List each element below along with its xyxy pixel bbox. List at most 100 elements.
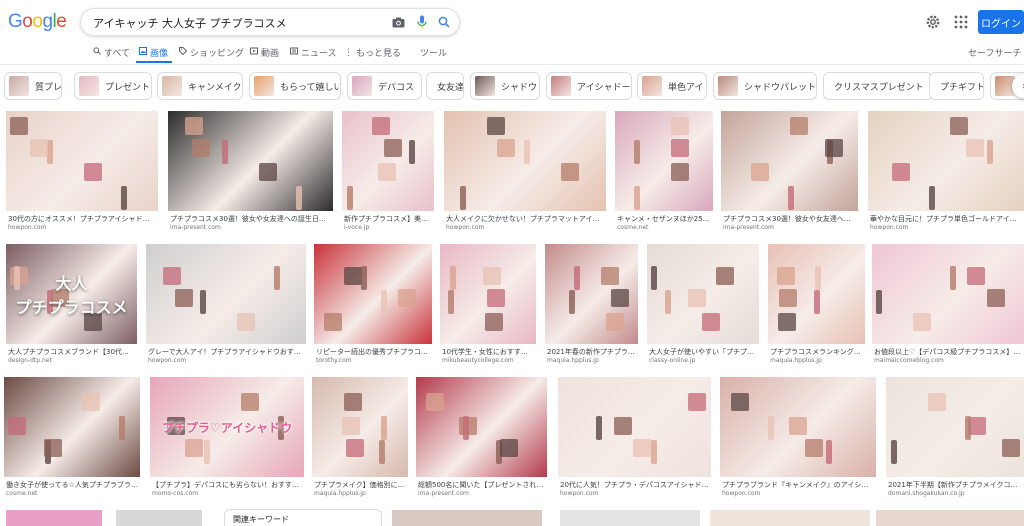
image-result[interactable]: 総額500名に聞いた【プレゼントされた... ima-present.com	[416, 377, 547, 499]
result-thumbnail[interactable]	[872, 244, 1024, 344]
result-thumbnail[interactable]	[768, 244, 865, 344]
image-result[interactable]: 大人 プチプラコスメ 大人プチプラコスメブランド【30代・40... design-…	[6, 244, 137, 366]
filter-chip[interactable]: プチギフト	[929, 72, 984, 100]
result-title[interactable]: グレーで大人アイ！プチプラアイシャドウおすす...	[148, 347, 304, 357]
image-result[interactable]: 20代に人気！プチプラ・デパコスアイシャドウ... howpon.com	[558, 377, 711, 499]
result-thumbnail[interactable]	[558, 377, 711, 477]
result-thumbnail[interactable]	[314, 244, 432, 344]
filter-chip[interactable]: 女友達	[426, 72, 464, 100]
result-title[interactable]: お値段以上♡【デパコス級プチプラコスメ】8...	[874, 347, 1022, 357]
result-thumbnail[interactable]	[116, 510, 202, 526]
result-title[interactable]: 働き女子が使ってる☆人気プチプラブラン...	[6, 480, 138, 490]
result-thumbnail[interactable]: プチプラ♡アイシャドウ	[150, 377, 304, 477]
result-thumbnail[interactable]	[720, 377, 876, 477]
result-thumbnail[interactable]	[647, 244, 759, 344]
filter-chip[interactable]: デパコス	[347, 72, 422, 100]
image-result[interactable]: 2021年春の新作プチプラコ... maquia.hpplus.jp	[545, 244, 638, 366]
image-result[interactable]: プチプラ♡アイシャドウ 【プチプラ】デパコスにも劣らない！おすすめの... momo…	[150, 377, 304, 499]
image-result[interactable]: 新作プチプラコスメ】美容... i-voce.jp	[342, 111, 434, 233]
result-thumbnail[interactable]	[560, 510, 700, 526]
result-thumbnail[interactable]	[146, 244, 306, 344]
result-title[interactable]: 大人プチプラコスメブランド【30代・40...	[8, 347, 135, 357]
result-title[interactable]: 30代の方にオススメ！プチプラアイシャドウお...	[8, 214, 156, 224]
filter-chip[interactable]: クリスマスプレゼント	[823, 72, 933, 100]
result-thumbnail[interactable]	[6, 111, 158, 211]
result-title[interactable]: 大人メイクに欠かせない！プチプラマットアイシ...	[446, 214, 604, 224]
image-result[interactable]: キャンメ・セザンヌほか25... cosme.net	[615, 111, 713, 233]
result-title[interactable]: プチプラコスメ30選！彼女や女友達への...	[723, 214, 856, 224]
image-result[interactable]: プチプラコスメ30選！彼女や女友達への... ima-present.com	[721, 111, 858, 233]
result-title[interactable]: 10代学生・女性におすすめ"...	[442, 347, 534, 357]
result-title[interactable]: キャンメ・セザンヌほか25...	[617, 214, 711, 224]
apps-grid-icon[interactable]	[954, 14, 968, 29]
image-result[interactable]: プチプラコスメ30選！彼女や女友達への誕生日プ... ima-present.co…	[168, 111, 333, 233]
filter-chip[interactable]: 単色アイ	[637, 72, 707, 100]
tab-news[interactable]: ニュース	[290, 46, 337, 59]
login-button[interactable]: ログイン	[978, 10, 1024, 34]
filter-chip[interactable]: もらって嬉しい	[249, 72, 341, 100]
result-title[interactable]: 総額500名に聞いた【プレゼントされた...	[418, 480, 545, 490]
image-result[interactable]: お値段以上♡【デパコス級プチプラコスメ】8... maimaiccomeblog.…	[872, 244, 1024, 366]
related-keywords-panel[interactable]: 関連キーワード	[224, 509, 382, 526]
result-title[interactable]: 新作プチプラコスメ】美容...	[344, 214, 432, 224]
tab-shopping[interactable]: ショッピング	[179, 46, 244, 59]
image-result[interactable]: 10代学生・女性におすすめ"... mikubeautycollege.com	[440, 244, 536, 366]
result-thumbnail[interactable]	[440, 244, 536, 344]
image-result[interactable]: 大人女子が使いやすい「プチプラ... classy-online.jp	[647, 244, 759, 366]
result-thumbnail[interactable]	[392, 510, 542, 526]
image-result[interactable]: 華やかな目元に！プチプラ単色ゴールドアイシ... howpon.com	[868, 111, 1024, 233]
result-thumbnail[interactable]	[6, 510, 102, 526]
microphone-icon[interactable]	[415, 15, 429, 29]
image-result[interactable]: リピーター続出の優秀プチプラコ... torothy.com	[314, 244, 432, 366]
safe-search-toggle[interactable]: セーフサーチ ▾	[968, 46, 1024, 59]
result-title[interactable]: プチプラメイク】価格別に...	[314, 480, 406, 490]
search-box[interactable]: アイキャッチ 大人女子 プチプラコスメ	[80, 8, 460, 36]
result-thumbnail[interactable]	[721, 111, 858, 211]
result-thumbnail[interactable]: 大人 プチプラコスメ	[6, 244, 137, 344]
tab-images[interactable]: 画像	[139, 46, 168, 59]
tab-all[interactable]: すべて	[93, 46, 130, 59]
result-title[interactable]: 2021年下半期【新作プチプラメイクコス...	[888, 480, 1022, 490]
result-title[interactable]: 華やかな目元に！プチプラ単色ゴールドアイシ...	[870, 214, 1022, 224]
result-thumbnail[interactable]	[168, 111, 333, 211]
image-result[interactable]: 2021年下半期【新作プチプラメイクコス... domani.shogakukan…	[886, 377, 1024, 499]
image-result[interactable]: プチプラコスメランキング... maquia.hpplus.jp	[768, 244, 865, 366]
search-icon[interactable]	[437, 15, 451, 29]
result-thumbnail[interactable]	[868, 111, 1024, 211]
image-result[interactable]: プチプラブランド『キャンメイク』のアイシャ... howpon.com	[720, 377, 876, 499]
filter-chip[interactable]: プレゼント	[74, 72, 152, 100]
result-thumbnail[interactable]	[876, 510, 1024, 526]
image-result[interactable]: プチプラメイク】価格別に... maquia.hpplus.jp	[312, 377, 408, 499]
image-result[interactable]: グレーで大人アイ！プチプラアイシャドウおすす... howpon.com	[146, 244, 306, 366]
gear-icon[interactable]	[925, 14, 941, 30]
image-result[interactable]: 大人メイクに欠かせない！プチプラマットアイシ... howpon.com	[444, 111, 606, 233]
result-thumbnail[interactable]	[886, 377, 1024, 477]
result-thumbnail[interactable]	[444, 111, 606, 211]
search-input[interactable]: アイキャッチ 大人女子 プチプラコスメ	[93, 15, 286, 31]
filter-chip[interactable]: シャドウパレット	[713, 72, 817, 100]
filter-chip[interactable]: 質プレ	[4, 72, 62, 100]
result-title[interactable]: リピーター続出の優秀プチプラコ...	[316, 347, 430, 357]
result-title[interactable]: プチプラコスメ30選！彼女や女友達への誕生日プ...	[170, 214, 331, 224]
camera-icon[interactable]	[391, 15, 405, 29]
image-result[interactable]: 働き女子が使ってる☆人気プチプラブラン... cosme.net	[4, 377, 140, 499]
result-thumbnail[interactable]	[4, 377, 140, 477]
result-thumbnail[interactable]	[545, 244, 638, 344]
result-title[interactable]: 大人女子が使いやすい「プチプラ...	[649, 347, 757, 357]
result-thumbnail[interactable]	[416, 377, 547, 477]
filter-chip[interactable]: シャドウ	[470, 72, 540, 100]
result-title[interactable]: プチプラコスメランキング...	[770, 347, 863, 357]
result-thumbnail[interactable]	[312, 377, 408, 477]
result-thumbnail[interactable]	[342, 111, 434, 211]
filter-chip[interactable]: アイシャドー	[546, 72, 632, 100]
filter-chip[interactable]: キャンメイク	[157, 72, 243, 100]
google-logo[interactable]: Google	[8, 11, 67, 33]
result-title[interactable]: プチプラブランド『キャンメイク』のアイシャ...	[722, 480, 874, 490]
result-title[interactable]: 2021年春の新作プチプラコ...	[547, 347, 636, 357]
tab-tools[interactable]: ツール	[420, 46, 447, 59]
result-thumbnail[interactable]	[710, 510, 870, 526]
result-title[interactable]: 【プチプラ】デパコスにも劣らない！おすすめの...	[152, 480, 302, 490]
result-title[interactable]: 20代に人気！プチプラ・デパコスアイシャドウ...	[560, 480, 709, 490]
tab-videos[interactable]: 動画	[250, 46, 279, 59]
tab-more[interactable]: ⋮ もっと見る	[344, 46, 401, 60]
